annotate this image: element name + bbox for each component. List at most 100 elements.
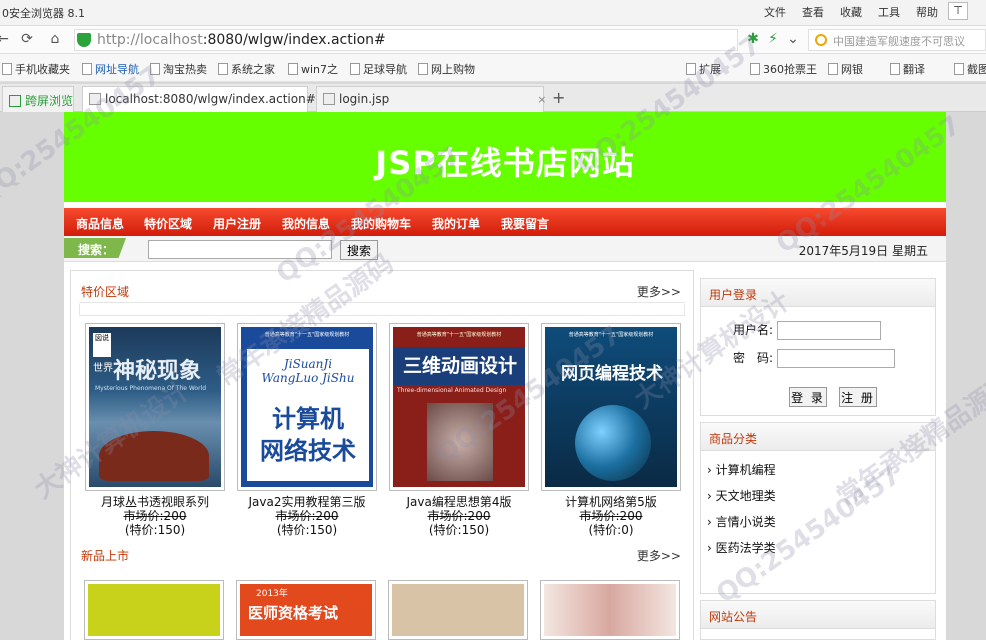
nav-message[interactable]: 我要留言	[501, 215, 549, 232]
menu-tools[interactable]: 工具	[878, 4, 900, 20]
bank-button[interactable]: 网银	[828, 61, 863, 77]
web-page: JSP在线书店网站 商品信息 特价区域 用户注册 我的信息 我的购物车 我的订单…	[64, 112, 946, 640]
cover-year: 2013年	[256, 589, 288, 599]
close-icon[interactable]: ×	[537, 93, 546, 106]
cover-top-text: 普通高等教育"十一五"国家级规划教材	[416, 332, 502, 338]
tab-login[interactable]: login.jsp ×	[316, 86, 546, 112]
book-special-price: (特价:0)	[588, 523, 634, 537]
home-icon[interactable]: ⌂	[46, 30, 64, 48]
panel-title: 网站公告	[701, 601, 935, 629]
nav-products[interactable]: 商品信息	[76, 215, 124, 232]
username-label: 用户名:	[733, 323, 774, 337]
cover-subtitle: Three-dimensional Animated Design	[397, 387, 507, 394]
nav-my-info[interactable]: 我的信息	[282, 215, 330, 232]
site-search-input[interactable]	[148, 240, 332, 259]
menu-view[interactable]: 查看	[802, 4, 824, 20]
cover-title: 计算机	[272, 405, 344, 433]
cover-title: 网络技术	[260, 437, 356, 465]
tab-crossscreen[interactable]: 跨屏浏览	[2, 86, 74, 112]
lightning-icon[interactable]: ⚡	[764, 30, 782, 48]
chevron-right-icon: ›	[707, 541, 712, 555]
new-tab-button[interactable]: +	[552, 88, 565, 107]
more-link[interactable]: 更多>>	[637, 547, 681, 564]
fav-item[interactable]: 手机收藏夹	[2, 61, 70, 77]
menu-file[interactable]: 文件	[764, 4, 786, 20]
divider	[79, 304, 685, 316]
fav-item[interactable]: 足球导航	[350, 61, 407, 77]
username-row: 用户名:	[733, 321, 881, 340]
menu-favorites[interactable]: 收藏	[840, 4, 862, 20]
new-book-cover[interactable]	[540, 580, 680, 640]
search-label: 搜索：	[64, 238, 126, 258]
nav-specials[interactable]: 特价区域	[144, 215, 192, 232]
category-item[interactable]: › 计算机编程	[707, 461, 776, 478]
panel-title: 商品分类	[701, 423, 935, 451]
nav-orders[interactable]: 我的订单	[432, 215, 480, 232]
password-input[interactable]	[776, 349, 895, 368]
new-book-cover[interactable]	[84, 580, 224, 640]
nav-cart[interactable]: 我的购物车	[351, 215, 411, 232]
cover-pinyin: WangLuo JiShu	[261, 371, 355, 385]
cover-subtitle: Mysterious Phenomena Of The World	[95, 385, 207, 392]
book-cover[interactable]: 図说 世界 神秘现象 Mysterious Phenomena Of The W…	[85, 323, 225, 491]
section-title: 特价区域	[81, 285, 130, 299]
nav-register[interactable]: 用户注册	[213, 215, 261, 232]
category-item[interactable]: › 天文地理类	[707, 487, 776, 504]
globe-illustration	[575, 405, 651, 481]
ticket-button[interactable]: 360抢票王	[750, 61, 817, 77]
category-item[interactable]: › 医药法学类	[707, 539, 776, 556]
section-title: 新品上市	[81, 549, 130, 563]
fav-item[interactable]: 网址导航	[82, 61, 139, 77]
cover-title: 三维动画设计	[402, 355, 517, 377]
book-special-price: (特价:150)	[428, 523, 490, 537]
login-button[interactable]: 登 录	[789, 387, 827, 407]
site-search-button[interactable]: 搜索	[340, 240, 378, 260]
tab-index[interactable]: localhost:8080/wlgw/index.action#×	[82, 86, 331, 112]
book-special-price: (特价:150)	[124, 523, 186, 537]
translate-button[interactable]: 翻译	[890, 61, 925, 77]
browser-search-input[interactable]: 中国建造军舰速度不可思议	[808, 29, 986, 51]
address-bar[interactable]: http://localhost:8080/wlgw/index.action#	[74, 29, 738, 51]
fav-item[interactable]: 淘宝热卖	[150, 61, 207, 77]
password-label: 密 码:	[733, 351, 774, 365]
category-panel: 商品分类 › 计算机编程 › 天文地理类 › 言情小说类 › 医药法学类	[700, 422, 936, 594]
favorites-bar: 手机收藏夹 网址导航 淘宝热卖 系统之家 win7之 足球导航 网上购物 扩展 …	[0, 54, 986, 82]
pin-button[interactable]: ⊤	[948, 2, 968, 20]
browser-title-bar: 0安全浏览器 8.1 文件 查看 收藏 工具 帮助 ⊤	[0, 0, 986, 26]
boat-illustration	[99, 431, 209, 481]
chevron-right-icon: ›	[707, 463, 712, 477]
fav-item[interactable]: 网上购物	[418, 61, 475, 77]
new-book-cover[interactable]	[388, 580, 528, 640]
cover-top-text: 普通高等教育"十一五"国家级规划教材	[264, 332, 350, 338]
cover-title: 神秘现象	[113, 358, 202, 384]
extensions-button[interactable]: 扩展	[686, 61, 721, 77]
menu-help[interactable]: 帮助	[916, 4, 938, 20]
book-special-price: (特价:150)	[276, 523, 338, 537]
book-cover[interactable]: 普通高等教育"十一五"国家级规划教材 JiSuanJi WangLuo JiSh…	[237, 323, 377, 491]
search-icon	[815, 34, 827, 46]
cover-illustration	[427, 403, 493, 481]
refresh-icon[interactable]: ⟳	[18, 30, 36, 48]
chevron-down-icon[interactable]: ⌄	[784, 30, 802, 48]
book-cover[interactable]: 普通高等教育"十一五"国家级规划教材 三维动画设计 Three-dimensio…	[389, 323, 529, 491]
gear-icon[interactable]: ✱	[744, 30, 762, 48]
more-link[interactable]: 更多>>	[637, 283, 681, 300]
panel-title: 用户登录	[701, 279, 935, 307]
screenshot-button[interactable]: 截图	[954, 61, 986, 77]
cover-small-text: 世界	[93, 363, 113, 374]
fav-item[interactable]: win7之	[288, 61, 338, 77]
back-icon[interactable]: ←	[0, 30, 12, 48]
register-button[interactable]: 注 册	[839, 387, 877, 407]
fav-item[interactable]: 系统之家	[218, 61, 275, 77]
chevron-right-icon: ›	[707, 515, 712, 529]
notice-panel: 网站公告	[700, 600, 936, 640]
new-section-header: 新品上市 更多>>	[79, 541, 685, 567]
new-book-cover[interactable]: 2013年 医师资格考试	[236, 580, 376, 640]
current-date: 2017年5月19日 星期五	[798, 244, 928, 258]
category-item[interactable]: › 言情小说类	[707, 513, 776, 530]
book-cover[interactable]: 普通高等教育"十一五"国家级规划教材 网页编程技术	[541, 323, 681, 491]
publisher-logo: 図说	[93, 333, 111, 357]
security-shield-icon	[77, 33, 91, 47]
username-input[interactable]	[776, 321, 881, 340]
address-url: http://localhost:8080/wlgw/index.action#	[97, 32, 386, 48]
